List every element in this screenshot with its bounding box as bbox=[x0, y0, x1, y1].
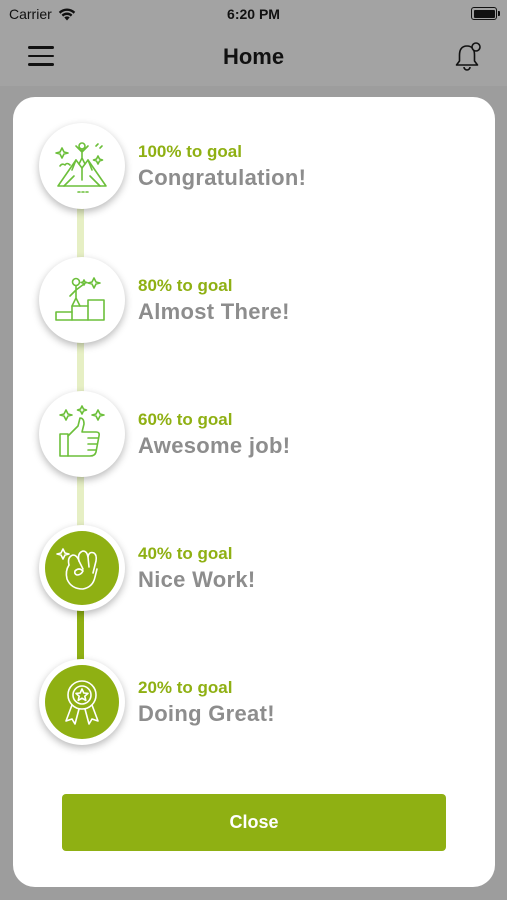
step-progress-label: 100% to goal bbox=[138, 142, 242, 161]
ok-hand-icon bbox=[56, 548, 98, 590]
step-message: Almost There! bbox=[138, 299, 290, 324]
step-progress-label: 40% to goal bbox=[138, 544, 233, 563]
goal-progress-modal: 100% to goal Congratulation! 80% to goal… bbox=[13, 97, 495, 887]
connector-line bbox=[77, 207, 84, 259]
connector-line bbox=[77, 609, 84, 661]
award-medal-icon bbox=[65, 680, 99, 725]
step-message: Awesome job! bbox=[138, 433, 291, 458]
step-badge bbox=[39, 257, 125, 343]
mountain-summit-icon bbox=[55, 142, 107, 193]
page-title: Home bbox=[222, 44, 285, 69]
status-bar: Carrier 6:20 PM bbox=[0, 0, 507, 28]
goal-step: 20% to goal Doing Great! bbox=[39, 659, 479, 749]
close-button[interactable]: Close bbox=[62, 794, 446, 851]
step-badge bbox=[39, 525, 125, 611]
goal-step: 40% to goal Nice Work! bbox=[39, 525, 479, 615]
status-time: 6:20 PM bbox=[227, 6, 280, 22]
connector-line bbox=[77, 341, 84, 393]
climbing-steps-icon bbox=[55, 277, 105, 321]
step-progress-label: 80% to goal bbox=[138, 276, 233, 295]
goal-step: 100% to goal Congratulation! bbox=[39, 123, 479, 213]
goal-step: 80% to goal Almost There! bbox=[39, 257, 479, 347]
connector-line bbox=[77, 475, 84, 527]
step-progress-label: 60% to goal bbox=[138, 410, 233, 429]
step-badge bbox=[39, 391, 125, 477]
step-message: Doing Great! bbox=[138, 701, 275, 726]
step-badge bbox=[39, 659, 125, 745]
step-badge bbox=[39, 123, 125, 209]
step-progress-label: 20% to goal bbox=[138, 678, 233, 697]
notification-bell-icon[interactable] bbox=[453, 40, 483, 72]
thumbs-up-stars-icon bbox=[59, 405, 105, 457]
step-message: Nice Work! bbox=[138, 567, 256, 592]
goal-step: 60% to goal Awesome job! bbox=[39, 391, 479, 481]
nav-bar: Home bbox=[0, 28, 507, 86]
battery-icon bbox=[471, 7, 500, 20]
step-message: Congratulation! bbox=[138, 165, 307, 190]
